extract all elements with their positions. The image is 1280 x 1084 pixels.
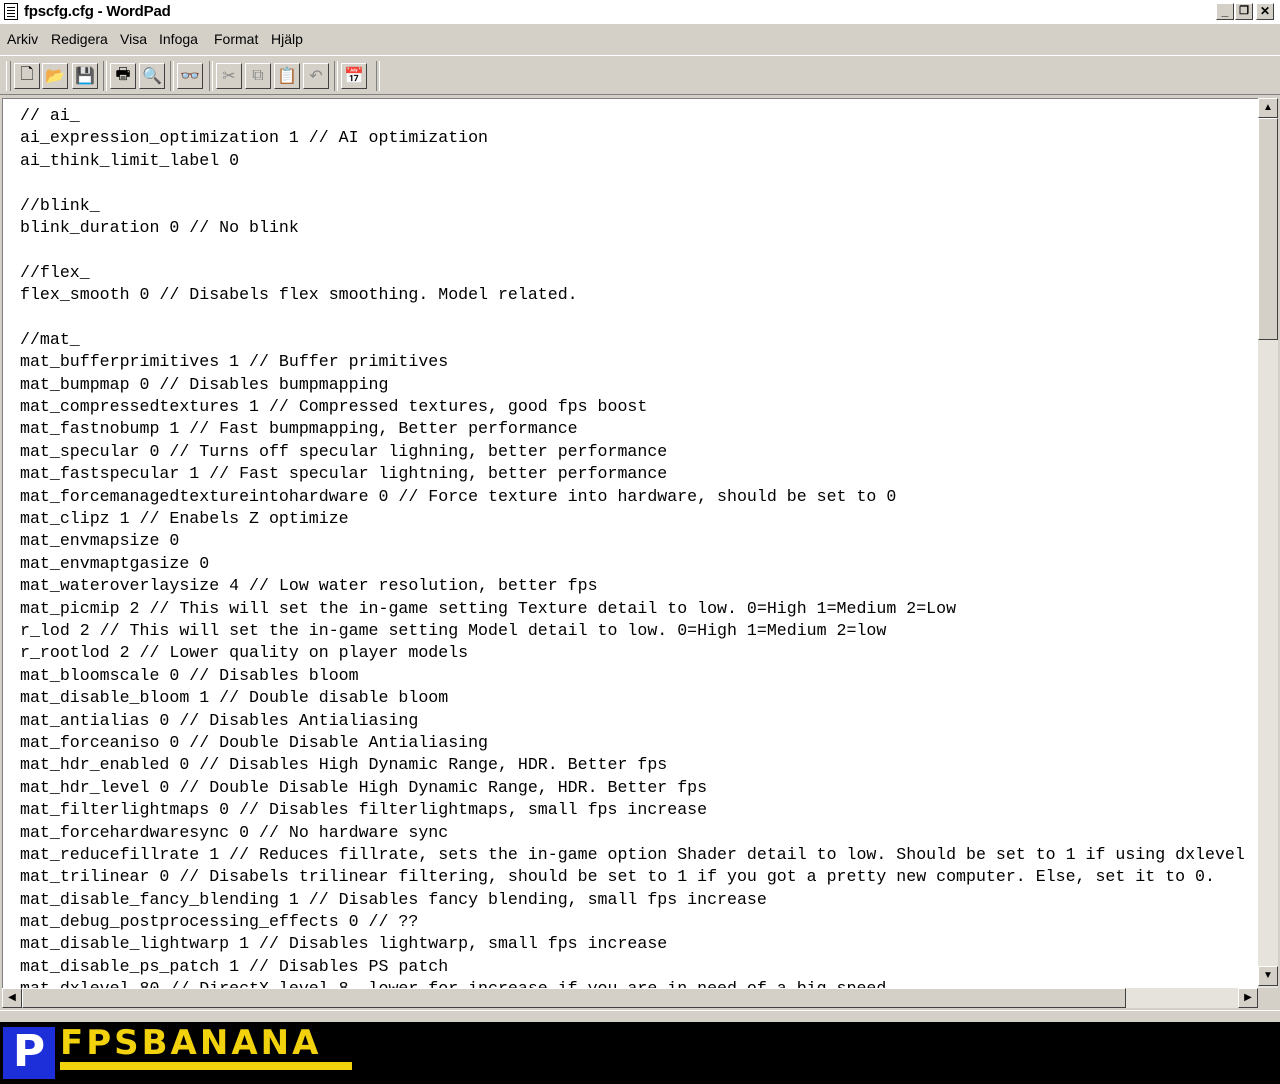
document-line[interactable]: //blink_ [20,195,1245,217]
document-line[interactable]: ai_expression_optimization 1 // AI optim… [20,127,1245,149]
print-preview-icon[interactable]: 🔍 [139,63,165,89]
horizontal-scroll-thumb[interactable] [22,988,1126,1008]
horizontal-scrollbar[interactable]: ◀ ▶ [2,988,1258,1008]
document-editor[interactable]: // ai_ ai_expression_optimization 1 // AI… [2,98,1259,989]
cut-icon[interactable]: ✂ [216,63,242,89]
document-line[interactable]: mat_compressedtextures 1 // Compressed t… [20,396,1245,418]
insert-date-time-icon[interactable]: 📅 [341,63,367,89]
toolbar-separator [334,61,338,91]
scrollbar-corner [1258,988,1278,1008]
document-line[interactable]: mat_wateroverlaysize 4 // Low water reso… [20,575,1245,597]
vertical-scroll-thumb[interactable] [1258,118,1278,340]
scroll-left-icon[interactable]: ◀ [2,988,22,1008]
document-line[interactable]: mat_fastnobump 1 // Fast bumpmapping, Be… [20,418,1245,440]
restore-icon[interactable]: ❐ [1235,3,1253,20]
menu-hjalp[interactable]: Hjälp [271,31,303,47]
wordpad-document-icon [4,3,18,20]
document-line[interactable]: //flex_ [20,262,1245,284]
document-line[interactable]: mat_filterlightmaps 0 // Disables filter… [20,799,1245,821]
document-line[interactable]: mat_forceaniso 0 // Double Disable Antia… [20,732,1245,754]
document-line[interactable] [20,239,1245,261]
document-line[interactable]: mat_forcehardwaresync 0 // No hardware s… [20,822,1245,844]
document-line[interactable]: mat_hdr_level 0 // Double Disable High D… [20,777,1245,799]
document-line[interactable]: mat_bumpmap 0 // Disables bumpmapping [20,374,1245,396]
copy-icon[interactable]: ⧉ [245,63,271,89]
document-line[interactable]: mat_bufferprimitives 1 // Buffer primiti… [20,351,1245,373]
paste-icon[interactable]: 📋 [274,63,300,89]
fpsbanana-logo-mark: P [3,1027,55,1079]
logo-underline [60,1062,352,1070]
menu-format[interactable]: Format [214,31,258,47]
vertical-scrollbar[interactable]: ▲ ▼ [1258,98,1278,988]
document-line[interactable]: ai_think_limit_label 0 [20,150,1245,172]
document-line[interactable]: mat_envmapsize 0 [20,530,1245,552]
document-line[interactable]: //mat_ [20,329,1245,351]
title-bar: fpscfg.cfg - WordPad _ ❐ ✕ [0,0,1280,24]
menu-bar: Arkiv Redigera Visa Infoga Format Hjälp [0,27,1280,52]
new-document-icon[interactable]: 🗋 [14,63,40,89]
scroll-up-icon[interactable]: ▲ [1258,98,1278,118]
document-line[interactable]: blink_duration 0 // No blink [20,217,1245,239]
fpsbanana-logo-text: FPSBANANA [60,1023,322,1063]
save-icon[interactable]: 💾 [72,63,98,89]
document-line[interactable]: mat_reducefillrate 1 // Reduces fillrate… [20,844,1245,866]
menu-redigera[interactable]: Redigera [51,31,108,47]
menu-infoga[interactable]: Infoga [159,31,198,47]
document-line[interactable]: r_rootlod 2 // Lower quality on player m… [20,642,1245,664]
scroll-right-icon[interactable]: ▶ [1238,988,1258,1008]
fpsbanana-watermark: P FPSBANANA [0,1022,1280,1084]
print-icon[interactable]: 🖶 [110,63,136,89]
document-line[interactable]: flex_smooth 0 // Disabels flex smoothing… [20,284,1245,306]
document-line[interactable]: mat_forcemanagedtextureintohardware 0 //… [20,486,1245,508]
close-icon[interactable]: ✕ [1256,3,1274,20]
toolbar-separator [209,61,213,91]
document-line[interactable] [20,307,1245,329]
window-title: fpscfg.cfg - WordPad [24,3,171,20]
document-line[interactable]: mat_fastspecular 1 // Fast specular ligh… [20,463,1245,485]
toolbar-separator [170,61,174,91]
document-line[interactable]: mat_picmip 2 // This will set the in-gam… [20,598,1245,620]
status-bar [0,1010,1280,1022]
toolbar-separator [103,61,107,91]
document-text[interactable]: // ai_ ai_expression_optimization 1 // AI… [20,105,1245,989]
document-line[interactable]: mat_trilinear 0 // Disabels trilinear fi… [20,866,1245,888]
document-line[interactable] [20,172,1245,194]
document-line[interactable]: mat_bloomscale 0 // Disables bloom [20,665,1245,687]
toolbar-grip[interactable] [6,61,11,91]
minimize-icon[interactable]: _ [1216,3,1234,20]
document-line[interactable]: mat_hdr_enabled 0 // Disables High Dynam… [20,754,1245,776]
menu-arkiv[interactable]: Arkiv [7,31,38,47]
document-line[interactable]: mat_envmaptgasize 0 [20,553,1245,575]
document-line[interactable]: mat_antialias 0 // Disables Antialiasing [20,710,1245,732]
toolbar: 🗋 📂 💾 🖶 🔍 👓 ✂ ⧉ 📋 ↶ 📅 [0,55,1280,95]
document-line[interactable]: mat_debug_postprocessing_effects 0 // ?? [20,911,1245,933]
document-line[interactable]: mat_disable_lightwarp 1 // Disables ligh… [20,933,1245,955]
wordpad-window: fpscfg.cfg - WordPad _ ❐ ✕ Arkiv Rediger… [0,0,1280,1022]
document-line[interactable]: mat_disable_fancy_blending 1 // Disables… [20,889,1245,911]
scroll-down-icon[interactable]: ▼ [1258,966,1278,986]
undo-icon[interactable]: ↶ [303,63,329,89]
find-icon[interactable]: 👓 [177,63,203,89]
document-line[interactable]: // ai_ [20,105,1245,127]
menu-visa[interactable]: Visa [120,31,147,47]
document-line[interactable]: r_lod 2 // This will set the in-game set… [20,620,1245,642]
document-line[interactable]: mat_disable_ps_patch 1 // Disables PS pa… [20,956,1245,978]
toolbar-end-separator [376,61,380,91]
document-line[interactable]: mat_specular 0 // Turns off specular lig… [20,441,1245,463]
open-folder-icon[interactable]: 📂 [42,63,68,89]
document-line[interactable]: mat_disable_bloom 1 // Double disable bl… [20,687,1245,709]
document-line[interactable]: mat_clipz 1 // Enabels Z optimize [20,508,1245,530]
